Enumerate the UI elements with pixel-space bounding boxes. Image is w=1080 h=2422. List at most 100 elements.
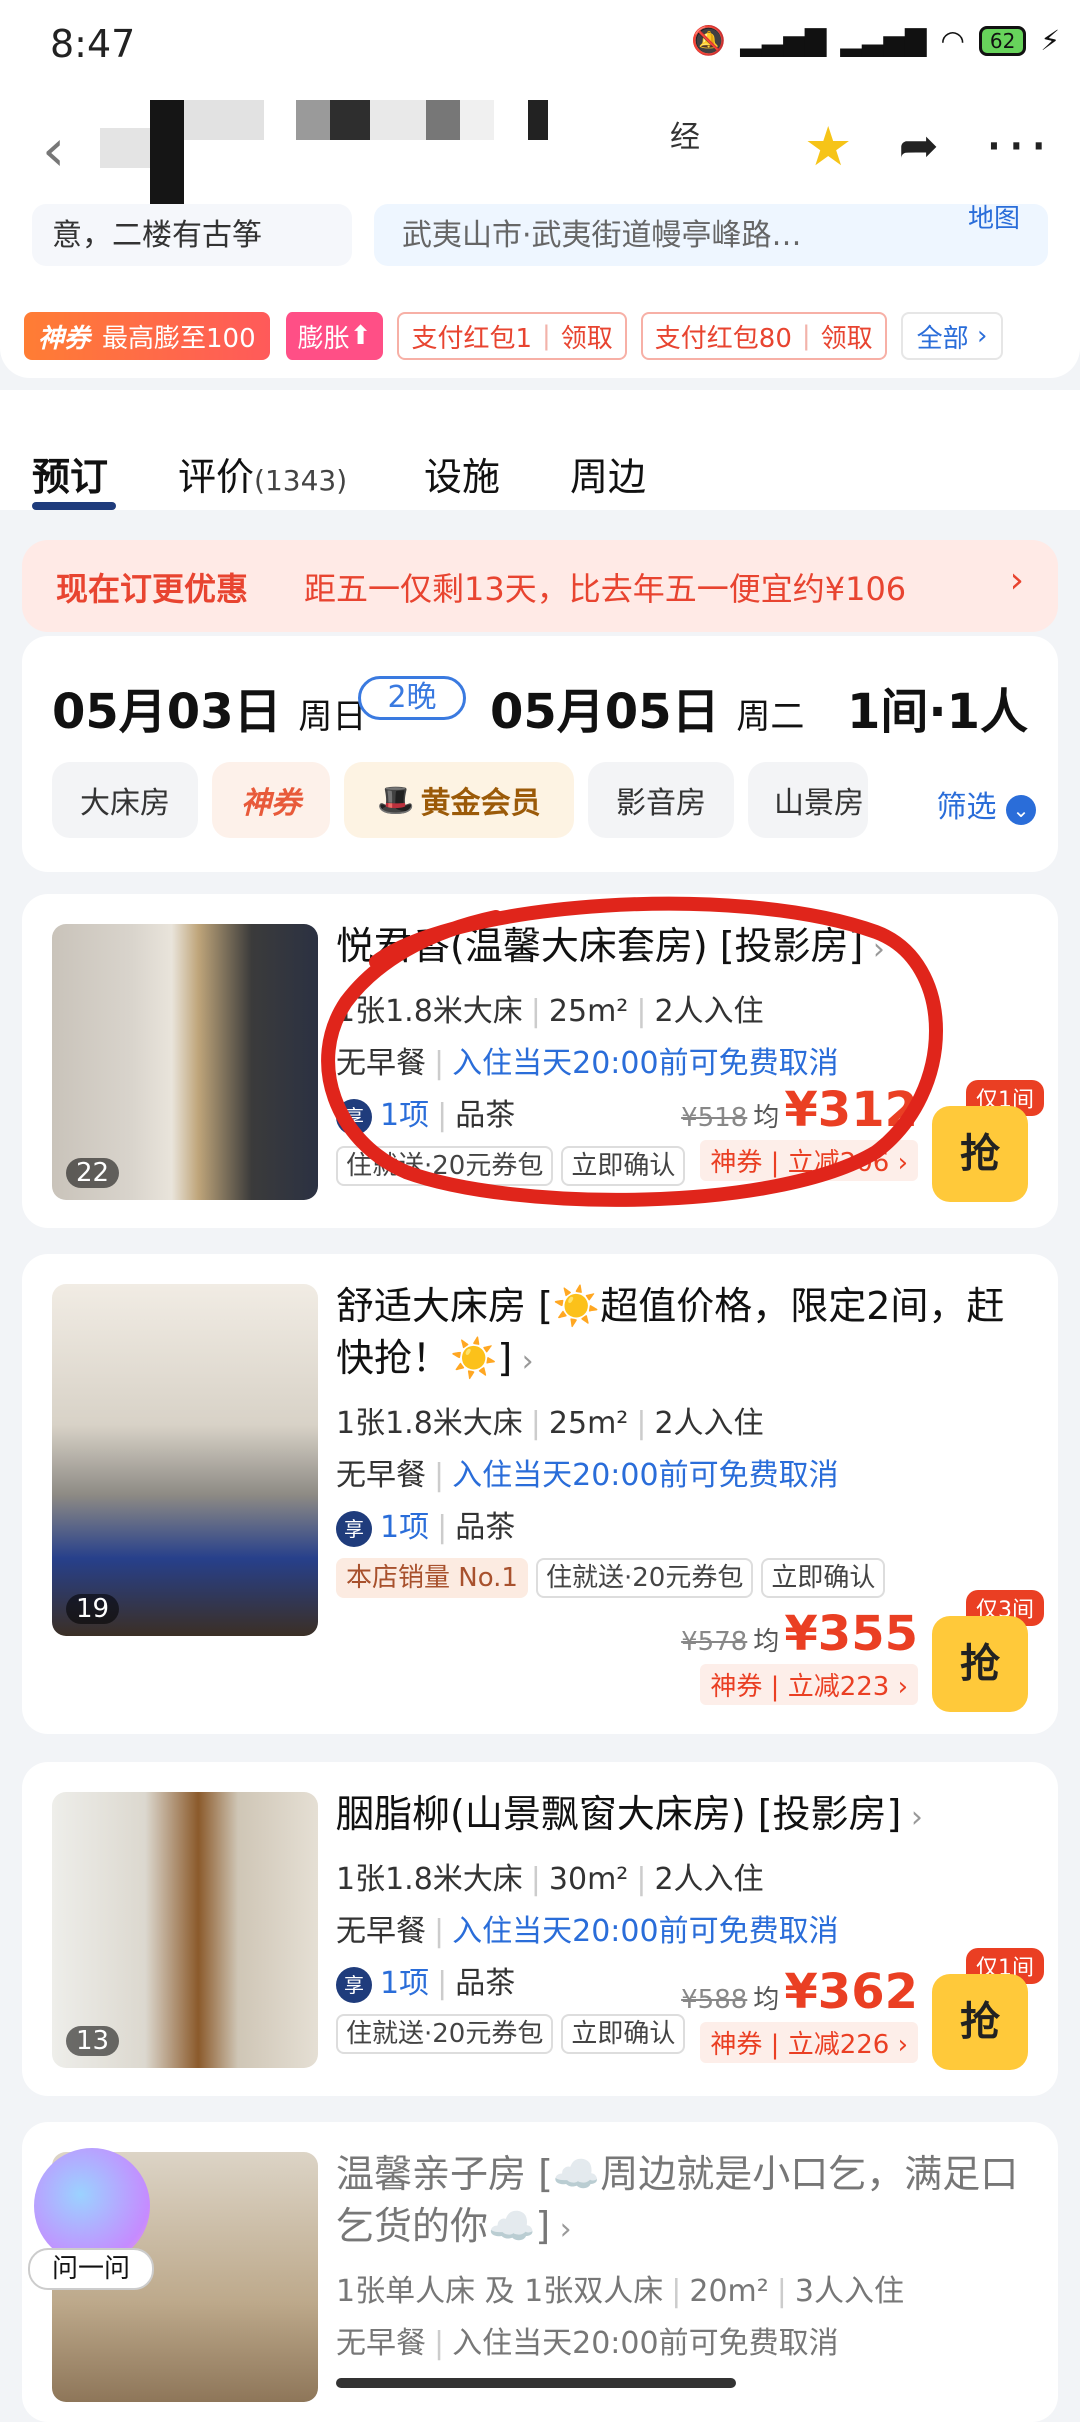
- filter-chip-gold-member[interactable]: 🎩 黄金会员: [344, 762, 574, 838]
- occupancy: 3人入住: [794, 2274, 904, 2309]
- grab-button[interactable]: 抢: [932, 1616, 1028, 1712]
- pay-coupon-1-action: 领取: [560, 323, 613, 354]
- back-button[interactable]: ‹: [42, 116, 65, 184]
- pay-coupon-80[interactable]: 支付红包80 | 领取: [640, 312, 887, 360]
- chevron-right-icon: ›: [901, 1800, 923, 1835]
- room-photo[interactable]: 13: [52, 1792, 318, 2068]
- filter-chip-av-room[interactable]: 影音房: [588, 762, 734, 838]
- god-coupon-text: 最高膨至100: [102, 323, 256, 354]
- checkin-weekday: 周日: [298, 697, 367, 737]
- discount-line: 神券 | 立减226 ›: [700, 2022, 918, 2063]
- room-title[interactable]: 温馨亲子房 [☁️周边就是小口乞，满足口乞货的你☁️] ›: [336, 2148, 1036, 2256]
- room-title-text: 胭脂柳(山景飘窗大床房) [投影房]: [336, 1792, 902, 1836]
- room-tags: 住就送·20元券包 立即确认: [336, 2014, 686, 2054]
- tab-facilities[interactable]: 设施: [424, 446, 500, 501]
- filter-chips: 大床房 神券 🎩 黄金会员 影音房 山景房: [52, 762, 868, 838]
- red-circle-annotation: [321, 896, 943, 1207]
- price-block: ¥578 均 ¥355 神券 | 立减223 ›: [681, 1606, 918, 1705]
- battery-icon: 62: [978, 25, 1027, 56]
- chevron-right-icon: ›: [512, 1344, 534, 1379]
- room-title[interactable]: 舒适大床房 [☀️超值价格，限定2间，赶快抢！☀️] ›: [336, 1280, 1036, 1388]
- hotel-tip-card[interactable]: 意，二楼有古筝: [32, 204, 352, 266]
- original-price: ¥588: [681, 1985, 748, 2015]
- god-coupon-tag: 神券: [38, 323, 91, 354]
- more-icon[interactable]: ···: [985, 112, 1052, 180]
- perk-item: 品茶: [455, 1510, 516, 1545]
- room-photo[interactable]: 22: [52, 924, 318, 1200]
- occupancy: 2人入住: [654, 1406, 764, 1441]
- nights-badge: 2晚: [358, 676, 466, 720]
- photo-count: 22: [66, 1158, 120, 1188]
- god-coupon[interactable]: 神券 最高膨至100: [24, 312, 270, 360]
- pay-coupon-80-action: 领取: [820, 323, 873, 354]
- room-area: 30m²: [548, 1862, 629, 1897]
- checkin-date-text: 05月03日: [52, 684, 282, 740]
- section-tabs: 预订 评价(1343) 设施 周边: [0, 390, 1080, 510]
- cancel-policy: 入住当天20:00前可免费取消: [452, 1914, 839, 1949]
- home-indicator[interactable]: [336, 2378, 736, 2388]
- tag-instant-confirm: 立即确认: [761, 1558, 886, 1598]
- header-actions: ★ ➦ ···: [804, 112, 1052, 180]
- coupon-label: 神券: [710, 1672, 763, 1702]
- perk-item: 品茶: [455, 1966, 516, 2001]
- breakfast-info: 无早餐: [336, 2326, 426, 2361]
- swell-button[interactable]: 膨胀 ⬆: [283, 312, 384, 360]
- perk-count: 1项: [380, 1510, 430, 1545]
- swell-label: 膨胀: [297, 323, 350, 354]
- avg-label: 均: [753, 1985, 780, 2015]
- tab-nearby[interactable]: 周边: [570, 446, 646, 501]
- filter-chip-mountain-view[interactable]: 山景房: [748, 762, 868, 838]
- checkout-date[interactable]: 05月05日 周二: [490, 672, 804, 742]
- tab-reviews-label: 评价: [178, 455, 255, 499]
- filter-chip-king-bed[interactable]: 大床房: [52, 762, 198, 838]
- ask-assistant-button[interactable]: 问一问: [28, 2148, 154, 2290]
- map-link[interactable]: 地图: [968, 198, 1020, 235]
- bed-info: 1张1.8米大床: [336, 1862, 523, 1897]
- top-nav-bar: ‹ 经 ★ ➦ ···: [0, 92, 1080, 208]
- room-perks: 享 1项 | 品茶: [336, 1958, 515, 2003]
- rooms-guests-selector[interactable]: 1间·1人: [847, 672, 1028, 742]
- share-icon[interactable]: ➦: [898, 118, 938, 174]
- address-card[interactable]: 武夷山市·武夷街道幔亭峰路… 地图: [374, 204, 1048, 266]
- room-specs: 1张1.8米大床 | 25m² | 2人入住: [336, 1406, 764, 1441]
- pay-coupon-1[interactable]: 支付红包1 | 领取: [397, 312, 627, 360]
- room-area: 20m²: [689, 2274, 769, 2309]
- filter-button-label: 筛选: [936, 790, 997, 825]
- discount-amount: 立减226: [787, 2030, 890, 2060]
- checkin-date[interactable]: 05月03日 周日: [52, 672, 366, 742]
- room-card[interactable]: 19 舒适大床房 [☀️超值价格，限定2间，赶快抢！☀️] › 1张1.8米大床…: [22, 1254, 1058, 1734]
- pay-coupon-1-text: 支付红包1: [411, 323, 533, 354]
- tag-best-seller: 本店销量 No.1: [336, 1558, 528, 1598]
- room-title[interactable]: 胭脂柳(山景飘窗大床房) [投影房] ›: [336, 1788, 1036, 1844]
- room-card[interactable]: 温馨亲子房 [☁️周边就是小口乞，满足口乞货的你☁️] › 1张单人床 及 1张…: [22, 2122, 1058, 2422]
- assistant-bunny-icon: [34, 2148, 150, 2264]
- bed-info: 1张单人床 及 1张双人床: [336, 2274, 664, 2309]
- grab-button[interactable]: 抢: [932, 1974, 1028, 2070]
- favorite-star-icon[interactable]: ★: [804, 115, 852, 178]
- hotel-info-row: 意，二楼有古筝 武夷山市·武夷街道幔亭峰路… 地图: [0, 204, 1080, 288]
- room-card[interactable]: 13 胭脂柳(山景飘窗大床房) [投影房] › 1张1.8米大床 | 30m² | 2人…: [22, 1762, 1058, 2096]
- review-count: (1343): [254, 464, 348, 497]
- room-area: 25m²: [548, 1406, 629, 1441]
- room-price: ¥362: [784, 1964, 918, 2020]
- room-title-text: 舒适大床房 [☀️超值价格，限定2间，赶快抢！☀️]: [336, 1284, 1005, 1380]
- address-text: 武夷山市·武夷街道幔亭峰路…: [402, 218, 802, 253]
- promo-title: 现在订更优惠: [56, 570, 249, 608]
- signal-icon: ▂▃▅▇: [840, 24, 927, 57]
- original-price: ¥578: [681, 1627, 748, 1657]
- mute-icon: 🔕: [691, 24, 727, 57]
- room-specs: 1张1.8米大床 | 30m² | 2人入住: [336, 1862, 764, 1897]
- tab-booking[interactable]: 预订: [32, 446, 108, 501]
- filter-chip-god-coupon[interactable]: 神券: [212, 762, 330, 838]
- room-photo[interactable]: 19: [52, 1284, 318, 1636]
- status-icons: 🔕 ▂▃▅▇ ▂▃▅▇ ◠ 62 ⚡: [691, 24, 1060, 57]
- perk-count: 1项: [380, 1966, 430, 2001]
- filter-button[interactable]: 筛选 ⌄: [936, 782, 1036, 826]
- promo-banner[interactable]: 现在订更优惠 距五一仅剩13天，比去年五一便宜约¥106 ›: [22, 540, 1058, 632]
- tab-reviews[interactable]: 评价(1343): [178, 446, 347, 501]
- gold-member-label: 黄金会员: [420, 786, 541, 821]
- all-coupons-button[interactable]: 全部 ›: [900, 312, 1004, 360]
- chevron-right-icon: ›: [1009, 560, 1024, 601]
- status-time: 8:47: [50, 22, 136, 66]
- promo-text: 距五一仅剩13天，比去年五一便宜约¥106: [304, 570, 907, 608]
